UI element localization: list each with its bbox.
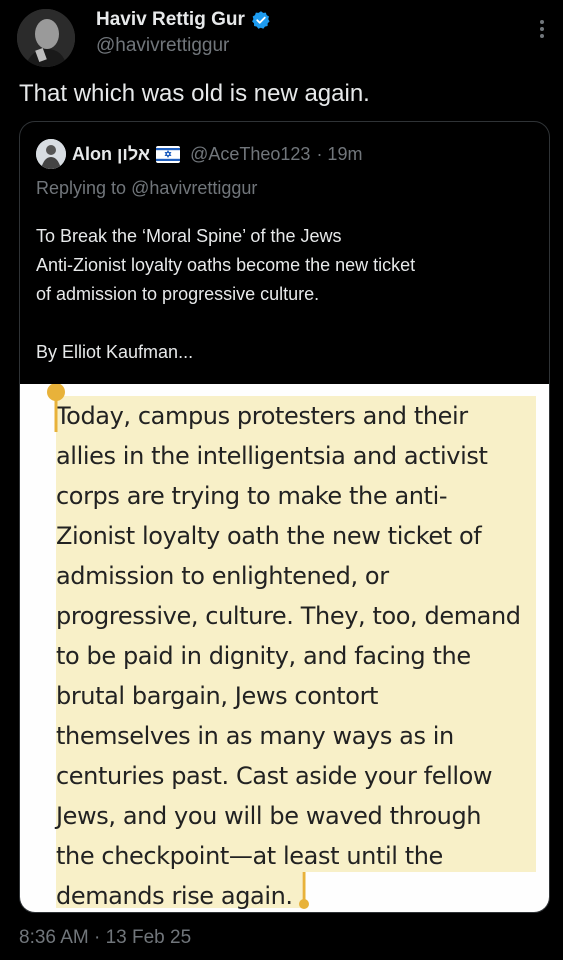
quoted-tweet-time: · 19m <box>316 143 363 164</box>
quoted-tweet-header: Alon אלון @AceTheo123 · 19m <box>36 139 362 169</box>
article-line: progressive, culture. They, too, demand <box>56 602 521 630</box>
article-line: themselves in as many ways as in <box>56 722 454 750</box>
author-handle[interactable]: @havivrettiggur <box>96 35 229 57</box>
quoted-tweet-body: To Break the ‘Moral Spine’ of the Jews A… <box>36 222 536 367</box>
replying-to-prefix: Replying to <box>36 178 132 198</box>
article-line: brutal bargain, Jews contort <box>56 682 379 710</box>
replying-to-line: Replying to @havivrettiggur <box>36 178 257 199</box>
quoted-byline: By Elliot Kaufman... <box>36 342 194 362</box>
article-excerpt: Today, campus protesters and their allie… <box>56 396 540 912</box>
article-line: corps are trying to make the anti- <box>56 482 448 510</box>
quoted-author-handle[interactable]: @AceTheo123 <box>190 144 310 165</box>
israel-flag-icon <box>156 145 181 163</box>
quoted-author-name[interactable]: Alon אלון <box>72 144 150 165</box>
quoted-tweet-image[interactable]: Today, campus protesters and their allie… <box>20 384 549 912</box>
tweet-text: That which was old is new again. <box>19 80 370 107</box>
article-line: allies in the intelligentsia and activis… <box>56 442 488 470</box>
article-line: admission to enlightened, or <box>56 562 389 590</box>
verified-badge-icon <box>251 11 270 29</box>
selection-start-handle-icon <box>47 384 65 432</box>
quoted-tweet-card[interactable]: Alon אלון @AceTheo123 · 19m Replying to … <box>19 121 550 913</box>
quoted-body-line: To Break the ‘Moral Spine’ of the Jews <box>36 226 342 246</box>
replying-to-handle[interactable]: @havivrettiggur <box>131 178 257 198</box>
author-name-row: Haviv Rettig Gur <box>96 9 271 31</box>
article-line: to be paid in dignity, and facing the <box>56 642 471 670</box>
tweet-timestamp[interactable]: 8:36 AM · 13 Feb 25 <box>19 927 191 949</box>
selection-end-handle-icon <box>299 872 309 909</box>
article-line: Zionist loyalty oath the new ticket of <box>56 522 482 550</box>
quoted-author-avatar[interactable] <box>36 139 66 169</box>
more-options-icon[interactable] <box>539 18 545 42</box>
article-line: Jews, and you will be waved through <box>56 802 482 830</box>
author-display-name[interactable]: Haviv Rettig Gur <box>96 9 245 31</box>
article-line: the checkpoint—at least until the <box>56 842 443 870</box>
quoted-body-line: of admission to progressive culture. <box>36 284 320 304</box>
quoted-body-line: Anti-Zionist loyalty oaths become the ne… <box>36 255 416 275</box>
author-avatar[interactable] <box>17 9 75 67</box>
article-line: Today, campus protesters and their <box>56 402 468 430</box>
article-line: centuries past. Cast aside your fellow <box>56 762 493 790</box>
